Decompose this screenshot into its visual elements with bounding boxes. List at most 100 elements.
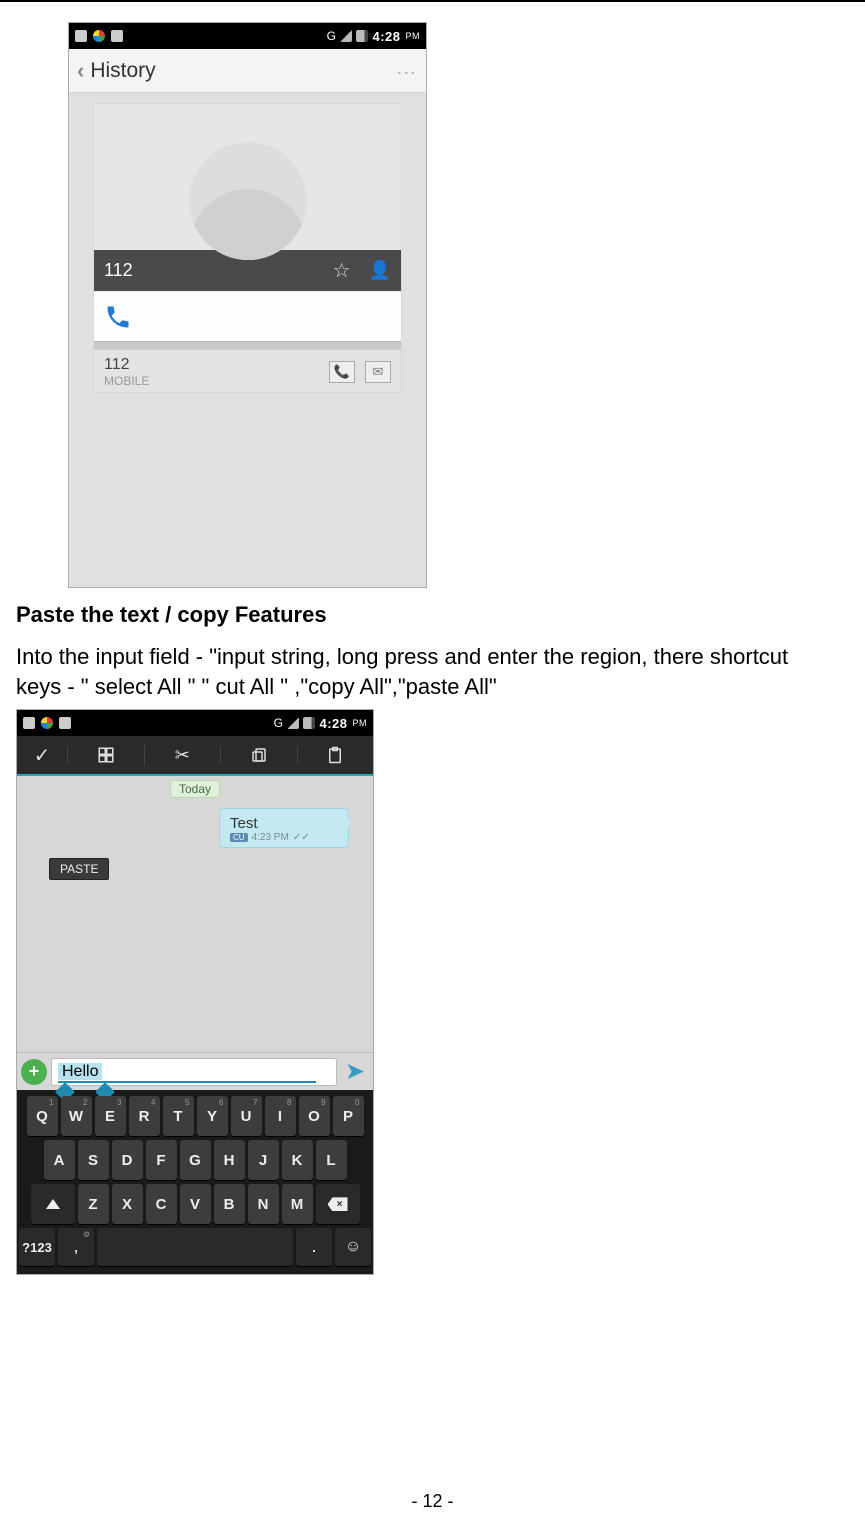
key-v[interactable]: V (180, 1184, 211, 1224)
key-a[interactable]: A (44, 1140, 75, 1180)
copy-icon[interactable] (220, 746, 297, 764)
key-x[interactable]: X (112, 1184, 143, 1224)
key-g[interactable]: G (180, 1140, 211, 1180)
status-meridiem: PM (353, 718, 368, 728)
paste-icon[interactable] (297, 746, 374, 764)
sync-icon (41, 717, 53, 729)
selection-toolbar: ✓ ✂ (17, 736, 373, 776)
app-bar-title: History (90, 59, 155, 83)
today-chip: Today (170, 780, 220, 798)
key-d[interactable]: D (112, 1140, 143, 1180)
status-bar: G 4:28 PM (17, 710, 373, 736)
call-row[interactable] (94, 291, 401, 341)
battery-icon (303, 717, 315, 729)
input-selected-text: Hello (58, 1063, 102, 1080)
key-n[interactable]: N (248, 1184, 279, 1224)
phone-line-row[interactable]: 112 MOBILE 📞 ✉ (94, 349, 401, 392)
contact-avatar-area (94, 104, 401, 250)
favorite-star-icon[interactable]: ☆ (333, 258, 351, 283)
bubble-text: Test (230, 815, 338, 832)
network-type: G (274, 716, 284, 730)
keyboard-row-2: ASDFGHJKL (19, 1140, 371, 1180)
key-o[interactable]: O9 (299, 1096, 330, 1136)
key-hint: 1 (49, 1098, 53, 1107)
key-b[interactable]: B (214, 1184, 245, 1224)
key-k[interactable]: K (282, 1140, 313, 1180)
section-paragraph: Into the input field - "input string, lo… (16, 642, 817, 701)
key-z[interactable]: Z (78, 1184, 109, 1224)
avatar-placeholder-icon (189, 142, 307, 260)
key-s[interactable]: S (78, 1140, 109, 1180)
message-pane: Today Test CU 4:23 PM ✓✓ PASTE + Hello (17, 776, 373, 1090)
emoji-key[interactable]: ☺ (335, 1228, 371, 1266)
section-heading: Paste the text / copy Features (16, 602, 857, 628)
key-hint: 9 (321, 1098, 325, 1107)
add-attachment-icon[interactable]: + (21, 1059, 47, 1085)
send-icon[interactable]: ➤ (341, 1057, 369, 1086)
done-icon[interactable]: ✓ (17, 743, 67, 768)
card-icon (59, 717, 71, 729)
card-icon (111, 30, 123, 42)
usb-icon (23, 717, 35, 729)
symbols-key[interactable]: ?123 (19, 1228, 55, 1266)
add-contact-icon[interactable]: 👤 (369, 260, 391, 281)
contacts-history-screenshot: G 4:28 PM ‹ History ⋮ 112 ☆ 👤 (68, 22, 427, 588)
key-h[interactable]: H (214, 1140, 245, 1180)
status-meridiem: PM (406, 31, 421, 41)
space-key[interactable] (97, 1228, 293, 1266)
signal-icon (287, 717, 299, 729)
contact-number: 112 (104, 260, 133, 281)
period-key[interactable]: . (296, 1228, 332, 1266)
key-r[interactable]: R4 (129, 1096, 160, 1136)
keyboard-row-4: ?123 , ⚙ . ☺ (19, 1228, 371, 1266)
phone-number: 112 (104, 356, 149, 374)
message-bubble[interactable]: Test CU 4:23 PM ✓✓ (219, 808, 349, 848)
keyboard-row-3: ZXCVBNM× (19, 1184, 371, 1224)
key-hint: 4 (151, 1098, 155, 1107)
messaging-keyboard-screenshot: G 4:28 PM ✓ ✂ (16, 709, 374, 1275)
key-t[interactable]: T5 (163, 1096, 194, 1136)
cut-icon[interactable]: ✂ (144, 745, 221, 766)
message-card-icon[interactable]: ✉ (365, 361, 391, 383)
bubble-time: 4:23 PM (252, 832, 289, 843)
network-type: G (327, 29, 337, 43)
key-hint: 5 (185, 1098, 189, 1107)
key-hint: 3 (117, 1098, 121, 1107)
comma-key[interactable]: , ⚙ (58, 1228, 94, 1266)
phone-icon (104, 303, 132, 331)
contact-card: 112 ☆ 👤 112 MOBILE 📞 ✉ (93, 103, 402, 393)
contact-card-icon[interactable]: 📞 (329, 361, 355, 383)
key-c[interactable]: C (146, 1184, 177, 1224)
key-y[interactable]: Y6 (197, 1096, 228, 1136)
compose-row: + Hello ➤ (17, 1052, 373, 1090)
key-hint: 2 (83, 1098, 87, 1107)
paste-popup[interactable]: PASTE (49, 858, 109, 880)
settings-gear-icon: ⚙ (83, 1230, 90, 1239)
key-q[interactable]: Q1 (27, 1096, 58, 1136)
select-all-icon[interactable] (67, 746, 144, 764)
key-i[interactable]: I8 (265, 1096, 296, 1136)
status-time: 4:28 (319, 716, 347, 731)
card-shadow (94, 341, 401, 349)
shift-key[interactable] (31, 1184, 75, 1224)
backspace-key[interactable]: × (316, 1184, 360, 1224)
back-icon[interactable]: ‹ (77, 58, 84, 84)
key-l[interactable]: L (316, 1140, 347, 1180)
bubble-badge: CU (230, 833, 248, 842)
status-time: 4:28 (372, 29, 400, 44)
signal-icon (340, 30, 352, 42)
key-j[interactable]: J (248, 1140, 279, 1180)
key-e[interactable]: E3 (95, 1096, 126, 1136)
overflow-menu-icon[interactable]: ⋮ (394, 63, 418, 79)
selection-underline (58, 1081, 316, 1083)
key-f[interactable]: F (146, 1140, 177, 1180)
keyboard-row-1: Q1W2E3R4T5Y6U7I8O9P0 (19, 1096, 371, 1136)
key-hint: 8 (287, 1098, 291, 1107)
key-p[interactable]: P0 (333, 1096, 364, 1136)
key-u[interactable]: U7 (231, 1096, 262, 1136)
key-w[interactable]: W2 (61, 1096, 92, 1136)
message-input[interactable]: Hello (51, 1058, 337, 1086)
key-m[interactable]: M (282, 1184, 313, 1224)
soft-keyboard: Q1W2E3R4T5Y6U7I8O9P0 ASDFGHJKL ZXCVBNM× … (17, 1090, 373, 1274)
sync-icon (93, 30, 105, 42)
